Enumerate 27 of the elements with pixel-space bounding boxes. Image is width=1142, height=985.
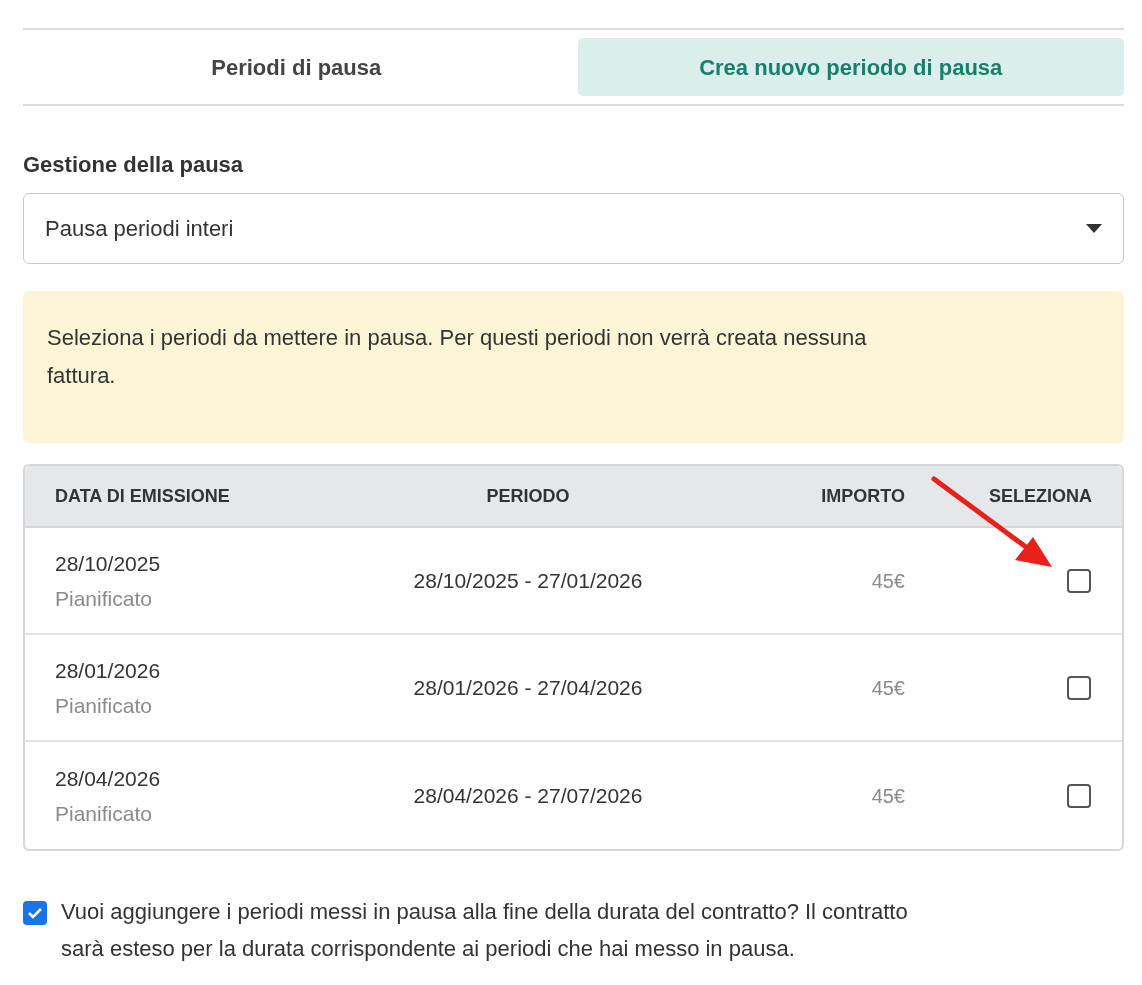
status-text: Pianificato: [55, 585, 153, 612]
column-header: IMPORTO: [820, 484, 905, 508]
alert-text: Seleziona i periodi da mettere in pausa. Per questi periodi non verrà creata nessuna fattura.: [47, 324, 868, 390]
field-label: Gestione della pausa: [23, 151, 245, 179]
checkbox[interactable]: [1067, 783, 1091, 808]
amount-cell-text: 45€: [870, 675, 905, 701]
checkbox[interactable]: [23, 901, 47, 925]
amount-cell-text: 45€: [870, 783, 905, 809]
amount-cell-text: 45€: [870, 568, 905, 594]
status-text: Pianificato: [55, 800, 153, 827]
extend-contract-label: Vuoi aggiungere i periodi messi in pausa alla fine della durata del contratto? Il contratto sarà esteso per la durata corrispondente ai periodi che hai messo in pausa.: [61, 898, 909, 963]
checkbox[interactable]: [1067, 568, 1091, 593]
column-header: DATA DI EMISSIONE: [55, 484, 231, 508]
pause-type-dropdown[interactable]: Pausa periodi interi: [23, 193, 1124, 264]
column-header: SELEZIONA: [988, 484, 1092, 508]
period-cell-text: 28/10/2025 - 27/01/2026: [412, 567, 644, 594]
issue-date: 28/10/2025: [55, 550, 162, 577]
tab[interactable]: Crea nuovo periodo di pausa: [577, 38, 1124, 96]
checkbox[interactable]: [1067, 675, 1091, 700]
period-cell-text: 28/01/2026 - 27/04/2026: [412, 674, 644, 701]
caret-icon: [1086, 224, 1102, 233]
status-text: Pianificato: [55, 692, 153, 719]
issue-date: 28/04/2026: [55, 765, 162, 792]
column-header: PERIODO: [485, 484, 571, 508]
period-cell-text: 28/04/2026 - 27/07/2026: [412, 782, 644, 809]
check-icon: [27, 907, 43, 919]
issue-date: 28/01/2026: [55, 657, 162, 684]
